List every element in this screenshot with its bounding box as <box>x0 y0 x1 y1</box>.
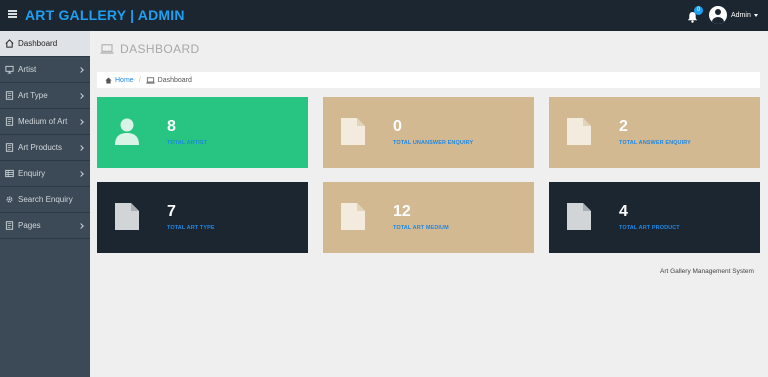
stat-value: 4 <box>619 203 628 220</box>
stat-label: TOTAL UNANSWER ENQUIRY <box>393 140 474 146</box>
stat-label: TOTAL ART PRODUCT <box>619 225 680 231</box>
stat-value: 8 <box>167 118 176 135</box>
brand-title[interactable]: ART GALLERY | ADMIN <box>25 7 185 23</box>
sidebar-item-art-products[interactable]: Art Products <box>0 135 90 161</box>
page-title: DASHBOARD <box>100 42 200 56</box>
file-icon <box>5 143 14 152</box>
sidebar: Dashboard Artist Art Type Medium of Art … <box>0 31 90 377</box>
stat-label: TOTAL ARTIST <box>167 140 208 146</box>
breadcrumb: Home / Dashboard <box>97 72 760 88</box>
file-icon <box>567 203 591 230</box>
footer-text: Art Gallery Management System <box>660 268 754 275</box>
sidebar-item-label: Search Enquiry <box>18 195 73 204</box>
chevron-right-icon <box>78 145 84 151</box>
sidebar-item-medium-of-art[interactable]: Medium of Art <box>0 109 90 135</box>
user-icon <box>115 118 139 145</box>
file-icon <box>567 118 591 145</box>
menu-toggle-icon[interactable] <box>8 10 17 18</box>
avatar <box>709 6 727 24</box>
notification-badge: 0 <box>694 6 703 15</box>
breadcrumb-current: Dashboard <box>145 76 192 84</box>
stat-label: TOTAL ART MEDIUM <box>393 225 449 231</box>
sidebar-item-label: Pages <box>18 221 41 230</box>
breadcrumb-separator: / <box>138 76 141 84</box>
laptop-icon <box>145 76 155 84</box>
file-icon <box>115 203 139 230</box>
user-name: Admin <box>731 11 751 19</box>
file-icon <box>341 118 365 145</box>
table-icon <box>5 169 14 178</box>
sidebar-item-label: Enquiry <box>18 169 46 178</box>
chevron-right-icon <box>78 67 84 73</box>
sidebar-item-label: Artist <box>18 65 37 74</box>
sidebar-item-enquiry[interactable]: Enquiry <box>0 161 90 187</box>
caret-down-icon <box>753 13 758 17</box>
chevron-right-icon <box>78 119 84 125</box>
monitor-icon <box>5 65 14 74</box>
stat-value: 12 <box>393 203 411 220</box>
top-navbar: ART GALLERY | ADMIN 0 Admin <box>0 0 768 31</box>
chevron-right-icon <box>78 171 84 177</box>
stat-label: TOTAL ART TYPE <box>167 225 215 231</box>
sidebar-item-search-enquiry[interactable]: Search Enquiry <box>0 187 90 213</box>
stat-value: 0 <box>393 118 402 135</box>
breadcrumb-home[interactable]: Home <box>105 77 134 84</box>
sidebar-item-label: Art Products <box>18 143 63 152</box>
stat-card-total-artist[interactable]: 8 TOTAL ARTIST <box>97 97 308 168</box>
stat-value: 7 <box>167 203 176 220</box>
file-icon <box>5 221 14 230</box>
sidebar-item-dashboard[interactable]: Dashboard <box>0 31 90 57</box>
user-menu[interactable]: Admin <box>709 6 758 24</box>
sidebar-item-label: Dashboard <box>18 39 58 48</box>
sidebar-item-artist[interactable]: Artist <box>0 57 90 83</box>
stat-value: 2 <box>619 118 628 135</box>
file-icon <box>341 203 365 230</box>
chevron-right-icon <box>78 223 84 229</box>
sidebar-item-art-type[interactable]: Art Type <box>0 83 90 109</box>
file-icon <box>5 91 14 100</box>
breadcrumb-home-label: Home <box>115 76 134 84</box>
sidebar-item-label: Art Type <box>18 91 48 100</box>
home-icon <box>5 39 14 48</box>
chevron-right-icon <box>78 93 84 99</box>
stat-card-total-answer-enquiry[interactable]: 2 TOTAL ANSWER ENQUIRY <box>549 97 760 168</box>
file-icon <box>5 117 14 126</box>
stat-card-total-art-type[interactable]: 7 TOTAL ART TYPE <box>97 182 308 253</box>
breadcrumb-current-label: Dashboard <box>157 76 192 84</box>
stat-card-total-art-medium[interactable]: 12 TOTAL ART MEDIUM <box>323 182 534 253</box>
stat-label: TOTAL ANSWER ENQUIRY <box>619 140 691 146</box>
page-title-text: DASHBOARD <box>120 42 200 56</box>
sidebar-item-label: Medium of Art <box>18 117 68 126</box>
gear-icon <box>6 196 13 203</box>
laptop-icon <box>100 44 114 54</box>
stat-card-total-unanswer-enquiry[interactable]: 0 TOTAL UNANSWER ENQUIRY <box>323 97 534 168</box>
stat-card-total-art-product[interactable]: 4 TOTAL ART PRODUCT <box>549 182 760 253</box>
home-icon <box>105 77 112 83</box>
sidebar-item-pages[interactable]: Pages <box>0 213 90 239</box>
